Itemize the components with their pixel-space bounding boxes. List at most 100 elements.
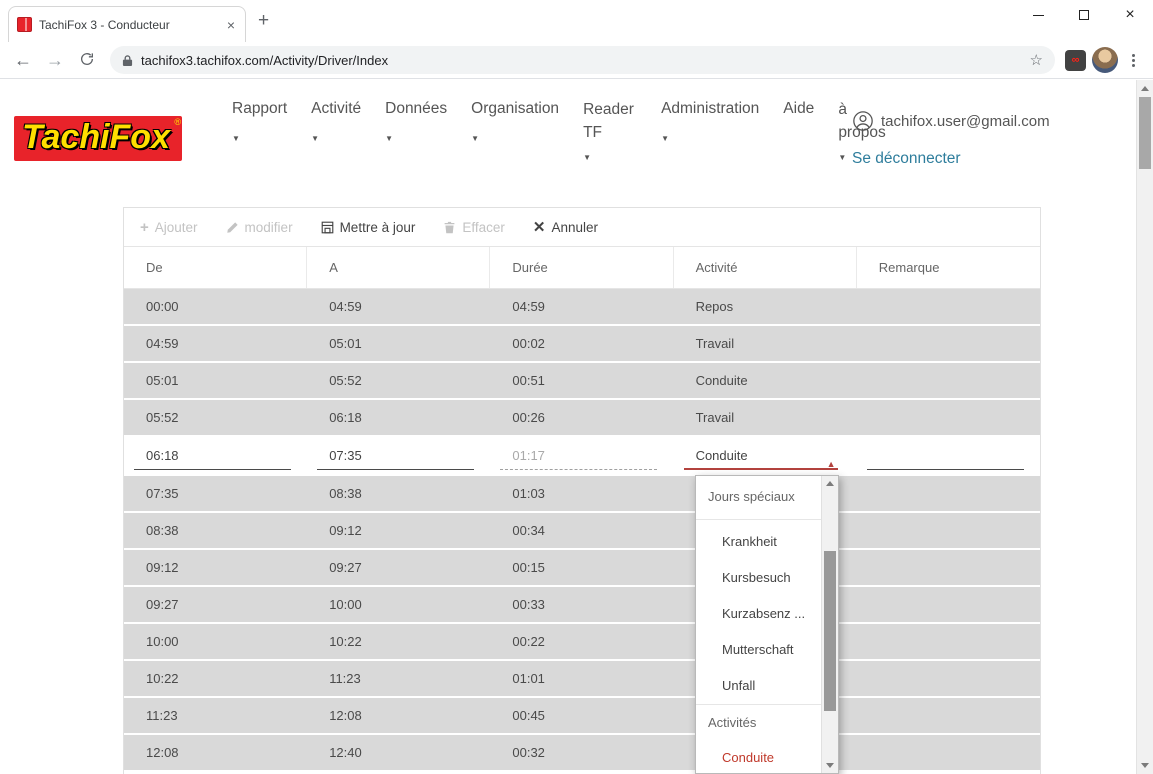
logo-text: TachiFox xyxy=(22,118,170,156)
nav-item[interactable]: Rapport▼ xyxy=(232,98,287,143)
logout-link[interactable]: Se déconnecter xyxy=(852,150,961,168)
chevron-down-icon: ▼ xyxy=(583,153,591,162)
page-scroll-thumb[interactable] xyxy=(1139,97,1151,169)
nav-item[interactable]: Administration▼ xyxy=(661,98,759,143)
reload-icon xyxy=(79,51,95,67)
nav-item[interactable]: Données▼ xyxy=(385,98,447,143)
cell-a: 10:00 xyxy=(307,587,490,624)
nav-item[interactable]: Activité▼ xyxy=(311,98,361,143)
url-text[interactable]: tachifox3.tachifox.com/Activity/Driver/I… xyxy=(141,53,1022,68)
forward-icon: → xyxy=(46,50,64,70)
nav-item[interactable]: Organisation▼ xyxy=(471,98,559,143)
dropdown-item[interactable]: Kurzabsenz ... xyxy=(696,596,821,632)
grid-toolbar: + Ajouter modifier Mettre à jour Effacer xyxy=(124,208,1040,247)
main-nav: Rapport▼Activité▼Données▼Organisation▼Re… xyxy=(232,98,892,162)
table-row[interactable]: 10:0010:2200:22 xyxy=(124,624,1040,661)
activity-dropdown: Jours spéciauxKrankheitKursbesuchKurzabs… xyxy=(695,475,839,774)
cell-activite: Travail xyxy=(674,400,857,437)
new-tab-button[interactable]: + xyxy=(258,10,269,32)
cell-duree: 01:03 xyxy=(490,476,673,513)
dropdown-scroll-thumb[interactable] xyxy=(824,551,836,711)
forward-button[interactable]: → xyxy=(42,51,68,69)
table-row[interactable]: 12:0812:4000:32 xyxy=(124,735,1040,772)
minimize-button[interactable] xyxy=(1015,0,1061,30)
column-header-de[interactable]: De xyxy=(124,247,307,288)
nav-item[interactable]: Aide xyxy=(783,98,814,119)
x-icon: ✕ xyxy=(533,220,546,235)
tachifox-logo[interactable]: TachiFox ® xyxy=(14,116,182,161)
cell-remarque xyxy=(857,698,1040,735)
cell-duree: 00:32 xyxy=(490,735,673,772)
browser-tab[interactable]: TachiFox 3 - Conducteur × xyxy=(8,6,246,42)
cell-duree: 00:22 xyxy=(490,624,673,661)
cell-a: 06:18 xyxy=(307,400,490,437)
table-row[interactable]: 11:2312:0800:45 xyxy=(124,698,1040,735)
modify-button[interactable]: modifier xyxy=(226,220,293,235)
nav-item-label: Reader TF xyxy=(583,98,637,144)
cell-remarque xyxy=(857,289,1040,326)
browser-menu-icon[interactable] xyxy=(1124,54,1143,67)
scroll-up-icon xyxy=(826,481,834,486)
dropdown-item[interactable]: Unfall xyxy=(696,668,821,704)
plus-icon: + xyxy=(140,220,149,235)
back-icon: ← xyxy=(14,50,32,70)
dropdown-item[interactable]: Conduite xyxy=(696,740,821,773)
browser-profile-avatar[interactable] xyxy=(1092,47,1118,73)
nav-item-label: Organisation xyxy=(471,98,559,119)
close-button[interactable]: × xyxy=(1107,0,1153,30)
page-content: TachiFox ® Rapport▼Activité▼Données▼Orga… xyxy=(0,80,1136,774)
nav-item[interactable]: Reader TF ▼ xyxy=(583,98,637,162)
dropdown-item[interactable]: Mutterschaft xyxy=(696,632,821,668)
table-row[interactable]: 05:0105:5200:51Conduite xyxy=(124,363,1040,400)
activite-dropdown-trigger[interactable]: Conduite ▲ xyxy=(684,443,838,470)
table-row[interactable]: 05:5206:1800:26Travail xyxy=(124,400,1040,437)
cell-a: 12:08 xyxy=(307,698,490,735)
reload-button[interactable] xyxy=(74,51,100,70)
address-bar[interactable]: tachifox3.tachifox.com/Activity/Driver/I… xyxy=(110,46,1055,74)
cell-de: 05:01 xyxy=(124,363,307,400)
a-input[interactable]: 07:35 xyxy=(317,443,474,470)
dropdown-scrollbar[interactable] xyxy=(821,476,838,773)
column-header-activite[interactable]: Activité xyxy=(674,247,857,288)
table-row[interactable]: 08:3809:1200:34 xyxy=(124,513,1040,550)
bookmark-star-icon[interactable]: ☆ xyxy=(1030,51,1043,69)
cell-duree: 00:51 xyxy=(490,363,673,400)
pdf-extension-icon[interactable]: ∞ xyxy=(1065,50,1086,71)
cell-activite: Travail xyxy=(674,326,857,363)
add-button[interactable]: + Ajouter xyxy=(140,220,198,235)
dropdown-item[interactable]: Krankheit xyxy=(696,524,821,560)
edit-row: 06:18 07:35 01:17 Conduite ▲ xyxy=(124,437,1040,476)
column-header-duree[interactable]: Durée xyxy=(490,247,673,288)
page-scrollbar[interactable] xyxy=(1136,80,1153,774)
column-header-remarque[interactable]: Remarque xyxy=(857,247,1040,288)
delete-button[interactable]: Effacer xyxy=(443,220,505,235)
table-row[interactable]: 04:5905:0100:02Travail xyxy=(124,326,1040,363)
back-button[interactable]: ← xyxy=(10,51,36,69)
cell-de: 00:00 xyxy=(124,289,307,326)
cell-remarque xyxy=(857,363,1040,400)
table-row[interactable]: 10:2211:2301:01 xyxy=(124,661,1040,698)
chevron-down-icon: ▼ xyxy=(838,153,846,162)
user-icon xyxy=(852,110,874,132)
cell-remarque xyxy=(857,661,1040,698)
table-row[interactable]: 09:2710:0000:33 xyxy=(124,587,1040,624)
maximize-button[interactable] xyxy=(1061,0,1107,30)
dropdown-item[interactable]: Kursbesuch xyxy=(696,560,821,596)
cell-remarque xyxy=(857,326,1040,363)
table-row[interactable]: 09:1209:2700:15 xyxy=(124,550,1040,587)
chevron-down-icon: ▼ xyxy=(385,134,393,143)
de-input[interactable]: 06:18 xyxy=(134,443,291,470)
remarque-input[interactable] xyxy=(867,443,1024,470)
cell-remarque xyxy=(857,735,1040,772)
activity-grid: + Ajouter modifier Mettre à jour Effacer xyxy=(123,207,1041,774)
column-header-a[interactable]: A xyxy=(307,247,490,288)
update-button[interactable]: Mettre à jour xyxy=(321,220,416,235)
minimize-icon xyxy=(1033,15,1044,16)
cancel-button[interactable]: ✕ Annuler xyxy=(533,220,598,235)
tab-close-icon[interactable]: × xyxy=(225,17,237,33)
table-row[interactable]: 07:3508:3801:03 xyxy=(124,476,1040,513)
nav-item-label: Administration xyxy=(661,98,759,119)
cell-de: 10:00 xyxy=(124,624,307,661)
duree-input[interactable]: 01:17 xyxy=(500,443,657,470)
table-row[interactable]: 00:0004:5904:59Repos xyxy=(124,289,1040,326)
